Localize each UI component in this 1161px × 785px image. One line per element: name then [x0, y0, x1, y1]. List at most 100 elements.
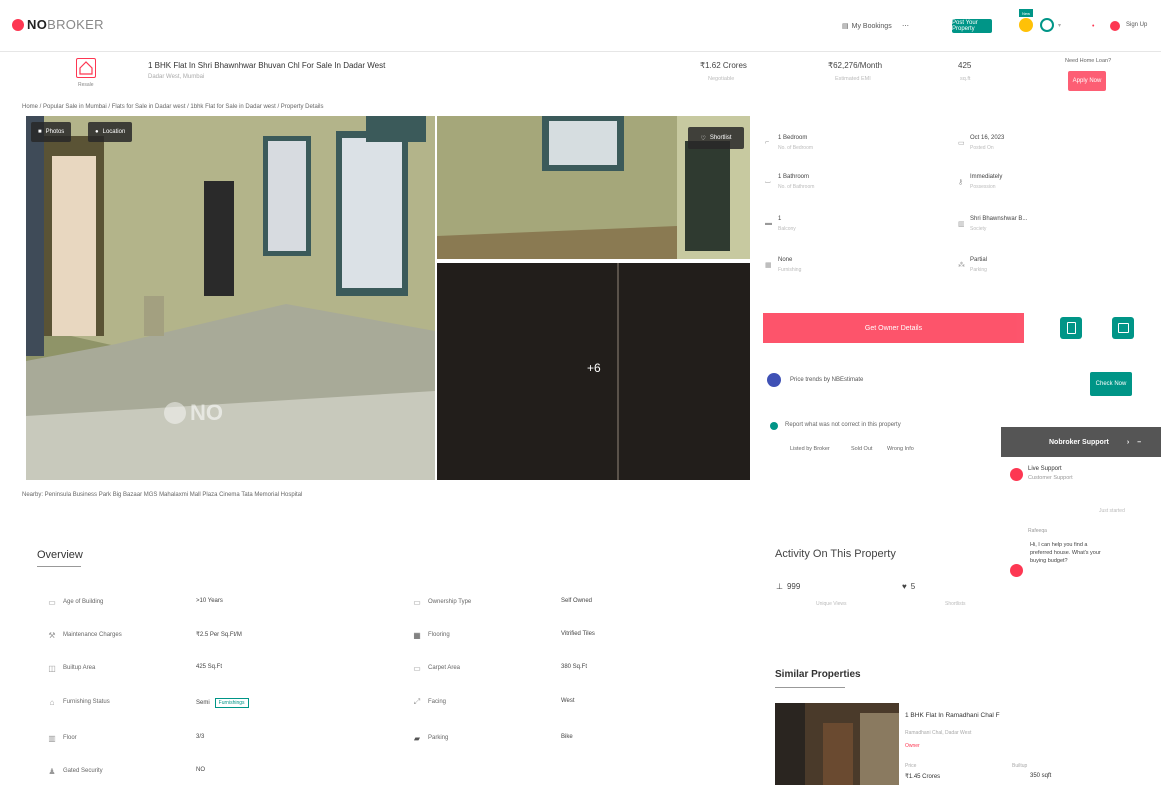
report-icon — [770, 422, 778, 430]
posted-on-value: Oct 16, 2023 — [970, 135, 1005, 141]
logo-mark-icon — [12, 18, 24, 31]
overview-label: Carpet Area — [428, 665, 461, 671]
overview-label: Facing — [428, 699, 447, 705]
overview-value: Vitrified Tiles — [561, 631, 595, 637]
overview-floor-row: ▥ Floor — [47, 733, 76, 743]
similar-property-photo[interactable] — [775, 703, 899, 785]
property-address: Dadar West, Mumbai — [148, 74, 205, 80]
balcony-icon: ▬ — [765, 220, 772, 227]
report-wrong-info[interactable]: Wrong Info — [887, 446, 914, 452]
report-listed-by-broker[interactable]: Listed by Broker — [790, 446, 830, 452]
post-property-button[interactable]: Post Your Property — [952, 19, 992, 33]
overview-security-row: ♟ Gated Security — [47, 766, 103, 776]
overview-underline — [37, 566, 81, 567]
posted-on-label: Posted On — [970, 145, 994, 151]
my-bookings-link[interactable]: ▤ My Bookings — [842, 22, 892, 31]
views-label: Unique Views — [816, 601, 847, 607]
main-property-photo[interactable]: NO — [26, 116, 435, 480]
posted-on-detail: Oct 16, 2023 Posted On — [970, 135, 1004, 151]
overview-label: Maintenance Charges — [63, 632, 122, 638]
overview-furnishing-row: ⌂ Furnishing Status — [47, 697, 110, 707]
report-sold-out[interactable]: Sold Out — [851, 446, 872, 452]
shortlists-stat: ♥ 5 — [902, 582, 915, 591]
location-button-label: Location — [102, 129, 126, 135]
overview-label: Gated Security — [63, 768, 103, 774]
compass-icon: ⤢ — [413, 697, 421, 706]
parking-value: Partial — [970, 257, 988, 263]
nearby-places[interactable]: Nearby: Peninsula Business Park Big Baza… — [22, 492, 302, 498]
views-icon: ⊥ — [776, 582, 783, 591]
camera-icon: ■ — [38, 129, 42, 135]
watermark-text: NO — [190, 400, 223, 425]
society-value: Shri Bhawnshwar B... — [970, 216, 1028, 222]
similar-property-title[interactable]: 1 BHK Flat In Ramadhani Chal F — [905, 712, 1000, 719]
location-button[interactable]: ● Location — [88, 122, 133, 142]
check-now-button[interactable]: Check Now — [1090, 372, 1132, 396]
overview-builtup-row: ◫ Builtup Area — [47, 663, 95, 673]
sofa-icon: ⌂ — [49, 697, 55, 707]
overview-flooring-row: ▦ Flooring — [412, 630, 449, 640]
get-owner-details-button[interactable]: Get Owner Details — [763, 313, 1024, 343]
apply-now-button[interactable]: Apply Now — [1068, 71, 1106, 91]
new-badge: New — [1019, 9, 1033, 17]
more-photos-count[interactable]: +6 — [587, 361, 601, 375]
ownership-icon: ▭ — [413, 597, 421, 607]
photos-button-label: Photos — [45, 129, 65, 135]
furnishing-label: Furnishing — [778, 267, 802, 273]
offer-icon[interactable] — [1019, 18, 1033, 32]
balcony-label: Balcony — [778, 226, 796, 232]
nav-link-placeholder[interactable]: ⋯ — [902, 22, 909, 30]
minimize-icon[interactable]: – — [1137, 439, 1141, 446]
nbestimate-icon — [767, 373, 781, 387]
overview-furnishing-value: Semi Furnishings — [196, 698, 249, 708]
chat-timestamp: Just started — [1099, 508, 1125, 514]
activity-title: Activity On This Property — [775, 548, 896, 560]
agent-name: Rafeeqa — [1028, 528, 1047, 534]
similar-underline — [775, 687, 845, 688]
car-icon: ▰ — [413, 733, 421, 743]
shortlists-count: 5 — [910, 582, 916, 591]
overview-carpet-row: ▭ Carpet Area — [412, 663, 460, 673]
support-title: Nobroker Support — [1049, 438, 1109, 446]
overview-value: 380 Sq.Ft — [561, 664, 588, 670]
notification-icon[interactable]: • — [1092, 23, 1094, 30]
chat-button[interactable] — [1112, 317, 1134, 339]
shortlist-button[interactable]: ♡ Shortlist — [688, 127, 744, 149]
live-support-avatar — [1010, 468, 1023, 481]
support-widget-header[interactable]: Nobroker Support › – — [1001, 427, 1161, 457]
sign-up-link[interactable]: Sign Up — [1126, 22, 1147, 28]
bedroom-detail: 1 Bedroom No. of Bedroom — [778, 135, 813, 151]
bed-icon: ⌐ — [765, 139, 770, 146]
secondary-photo-2[interactable]: +6 — [437, 263, 750, 480]
calculator-button[interactable] — [1060, 317, 1082, 339]
expand-icon[interactable]: › — [1127, 439, 1129, 446]
menu-icon[interactable] — [1110, 21, 1120, 31]
carpet-area-icon: ▭ — [413, 663, 421, 673]
user-menu-chevron-icon[interactable]: ▾ — [1058, 22, 1061, 29]
views-count: 999 — [786, 582, 801, 591]
furnishings-link[interactable]: Furnishings — [214, 698, 249, 708]
breadcrumb[interactable]: Home / Popular Sale in Mumbai / Flats fo… — [22, 104, 323, 110]
similar-area-value: 350 sqft — [1030, 773, 1052, 779]
overview-value: West — [561, 698, 575, 704]
nobroker-logo[interactable]: NOBROKER — [12, 17, 104, 32]
photos-button[interactable]: ■ Photos — [31, 122, 72, 142]
watermark: NO — [164, 400, 223, 426]
balcony-value: 1 — [778, 216, 782, 222]
price-negotiable-label: Negotiable — [708, 76, 735, 82]
shortlist-button-label: Shortlist — [709, 135, 732, 141]
overview-ownership-row: ▭ Ownership Type — [412, 597, 471, 607]
property-title: 1 BHK Flat In Shri Bhawnhwar Bhuvan Chl … — [148, 61, 386, 70]
furniture-icon: ▦ — [765, 262, 772, 269]
bathroom-detail: 1 Bathroom No. of Bathroom — [778, 174, 814, 190]
builtup-area-icon: ◫ — [48, 663, 56, 673]
similar-area-label: Builtup — [1012, 763, 1028, 769]
overview-value: Self Owned — [561, 598, 593, 604]
user-avatar-icon[interactable] — [1040, 18, 1054, 32]
live-support-subtitle[interactable]: Customer Support — [1028, 475, 1073, 481]
parking-detail: Partial Parking — [970, 257, 987, 273]
similar-property-badge: Owner — [905, 743, 920, 749]
overview-parking-row: ▰ Parking — [412, 733, 448, 743]
heart-icon: ♡ — [700, 135, 706, 142]
location-pin-icon: ● — [95, 129, 99, 135]
